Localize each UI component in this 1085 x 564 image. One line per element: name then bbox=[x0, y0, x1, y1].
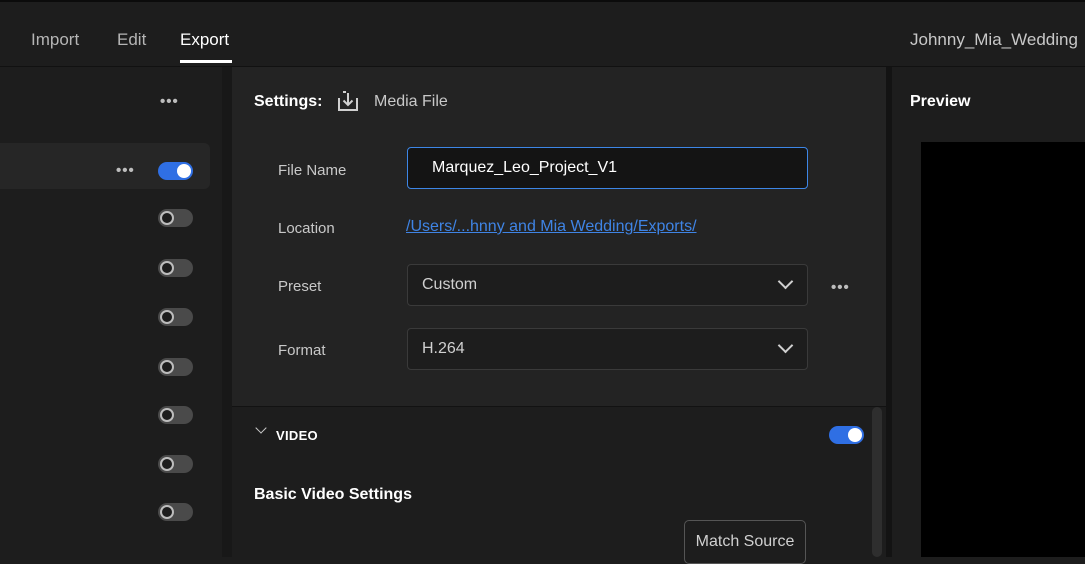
preview-canvas bbox=[921, 142, 1085, 557]
row-more-icon[interactable]: ••• bbox=[116, 162, 135, 179]
toggle-knob bbox=[160, 457, 174, 471]
toggle-knob bbox=[160, 261, 174, 275]
file-name-input[interactable] bbox=[407, 147, 808, 189]
destination-toggle-2[interactable] bbox=[158, 209, 193, 227]
preview-title: Preview bbox=[910, 93, 971, 110]
destination-toggle-8[interactable] bbox=[158, 503, 193, 521]
video-toggle[interactable] bbox=[829, 426, 864, 444]
location-label: Location bbox=[278, 220, 335, 237]
panel-more-icon[interactable]: ••• bbox=[160, 93, 179, 110]
toggle-knob bbox=[160, 211, 174, 225]
toggle-knob bbox=[160, 505, 174, 519]
match-source-button[interactable]: Match Source bbox=[684, 520, 806, 564]
toggle-knob bbox=[160, 360, 174, 374]
tab-import[interactable]: Import bbox=[31, 30, 79, 50]
project-name: Johnny_Mia_Wedding bbox=[910, 30, 1078, 49]
destination-toggle-5[interactable] bbox=[158, 358, 193, 376]
toggle-knob bbox=[160, 408, 174, 422]
file-name-label: File Name bbox=[278, 162, 347, 179]
tab-export[interactable]: Export bbox=[180, 30, 229, 50]
video-section-label[interactable]: VIDEO bbox=[276, 428, 318, 443]
active-tab-indicator bbox=[180, 60, 232, 63]
format-dropdown[interactable]: H.264 bbox=[407, 328, 808, 370]
destination-toggle-3[interactable] bbox=[158, 259, 193, 277]
preset-more-icon[interactable]: ••• bbox=[831, 279, 850, 296]
chevron-down-icon bbox=[777, 337, 794, 354]
format-label: Format bbox=[278, 342, 326, 359]
destination-toggle-4[interactable] bbox=[158, 308, 193, 326]
destination-toggle-7[interactable] bbox=[158, 455, 193, 473]
destination-toggle-6[interactable] bbox=[158, 406, 193, 424]
download-icon bbox=[338, 91, 358, 111]
preset-dropdown[interactable]: Custom bbox=[407, 264, 808, 306]
panel-divider bbox=[222, 67, 232, 557]
destination-toggle-1[interactable] bbox=[158, 162, 193, 180]
toggle-knob bbox=[848, 428, 862, 442]
tab-edit[interactable]: Edit bbox=[117, 30, 146, 50]
basic-video-settings-title: Basic Video Settings bbox=[254, 486, 412, 503]
destination-type: Media File bbox=[374, 93, 448, 110]
settings-scrollbar[interactable] bbox=[872, 407, 882, 557]
format-value: H.264 bbox=[422, 340, 465, 357]
location-link[interactable]: /Users/...hnny and Mia Wedding/Exports/ bbox=[406, 218, 697, 236]
chevron-down-icon bbox=[777, 273, 794, 290]
toggle-knob bbox=[177, 164, 191, 178]
preset-value: Custom bbox=[422, 276, 478, 293]
settings-title: Settings: bbox=[254, 93, 323, 110]
toggle-knob bbox=[160, 310, 174, 324]
preset-label: Preset bbox=[278, 278, 322, 295]
